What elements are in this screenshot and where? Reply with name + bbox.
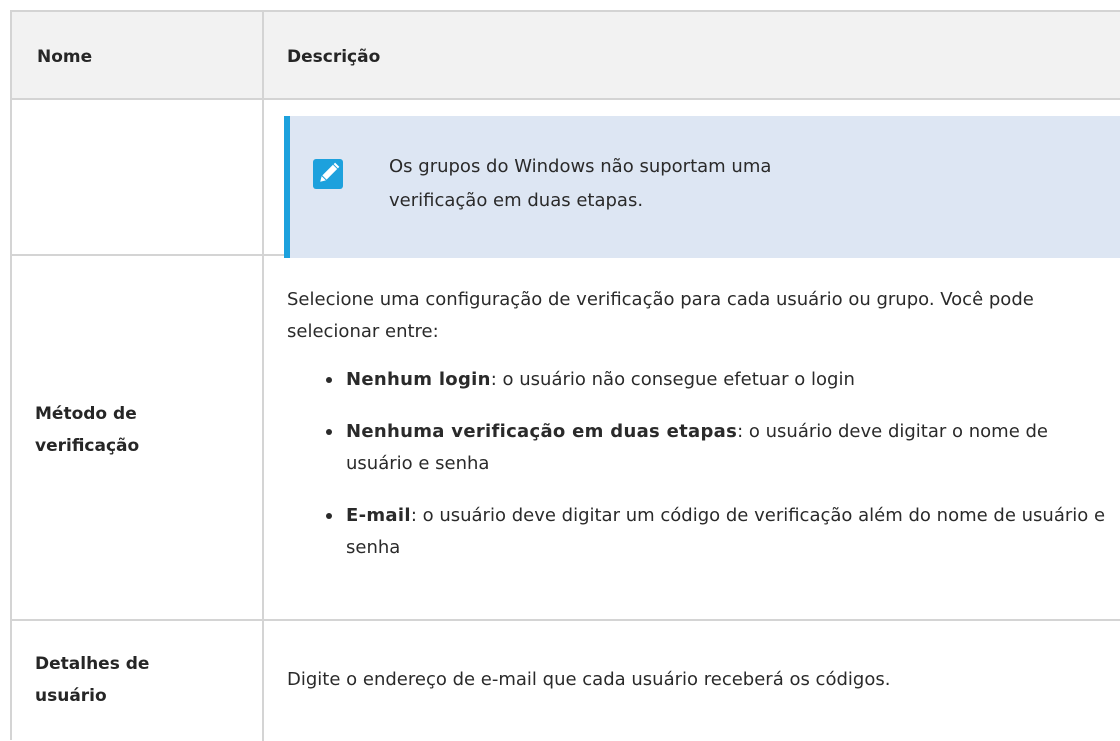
description-cell: Selecione uma configuração de verificaçã… bbox=[264, 256, 1120, 619]
option-term: Nenhuma verificação em duas etapas bbox=[346, 421, 738, 442]
header-name-cell: Nome bbox=[12, 12, 264, 98]
note-callout: Os grupos do Windows não suportam uma ve… bbox=[284, 116, 1120, 258]
row-name-user-details: Detalhes de usuário bbox=[35, 654, 150, 706]
settings-table: Nome Descrição Os grupos do Windows não … bbox=[10, 10, 1120, 741]
bullet-icon bbox=[326, 429, 332, 435]
table-row: Detalhes de usuário Digite o endereço de… bbox=[12, 621, 1120, 741]
row-name-verification-method: Método de verificação bbox=[35, 404, 140, 456]
pencil-note-icon bbox=[313, 159, 343, 189]
table-row: Método de verificação Selecione uma conf… bbox=[12, 256, 1120, 621]
name-cell: Detalhes de usuário bbox=[12, 621, 264, 741]
bullet-icon bbox=[326, 377, 332, 383]
header-name: Nome bbox=[37, 47, 93, 67]
header-description: Descrição bbox=[287, 47, 381, 67]
option-text: : o usuário deve digitar um código de ve… bbox=[346, 505, 1106, 558]
details-description: Digite o endereço de e-mail que cada usu… bbox=[287, 669, 891, 690]
description-cell: Digite o endereço de e-mail que cada usu… bbox=[264, 621, 1120, 741]
option-text: : o usuário não consegue efetuar o login bbox=[490, 369, 855, 390]
method-intro-text: Selecione uma configuração de verificaçã… bbox=[287, 289, 1034, 342]
option-term: Nenhum login bbox=[346, 369, 491, 390]
description-cell: Os grupos do Windows não suportam uma ve… bbox=[264, 100, 1120, 258]
bullet-icon bbox=[326, 513, 332, 519]
note-text: Os grupos do Windows não suportam uma ve… bbox=[389, 156, 772, 211]
list-item: Nenhuma verificação em duas etapas: o us… bbox=[324, 416, 1114, 480]
list-item: E-mail: o usuário deve digitar um código… bbox=[324, 500, 1114, 564]
option-list: Nenhum login: o usuário não consegue efe… bbox=[324, 364, 1114, 584]
name-cell-empty bbox=[12, 100, 264, 254]
table-row: Os grupos do Windows não suportam uma ve… bbox=[12, 100, 1120, 258]
name-cell: Método de verificação bbox=[12, 256, 264, 619]
list-item: Nenhum login: o usuário não consegue efe… bbox=[324, 364, 1114, 396]
option-term: E-mail bbox=[346, 505, 411, 526]
header-description-cell: Descrição bbox=[264, 12, 1120, 98]
table-header-row: Nome Descrição bbox=[12, 10, 1120, 100]
